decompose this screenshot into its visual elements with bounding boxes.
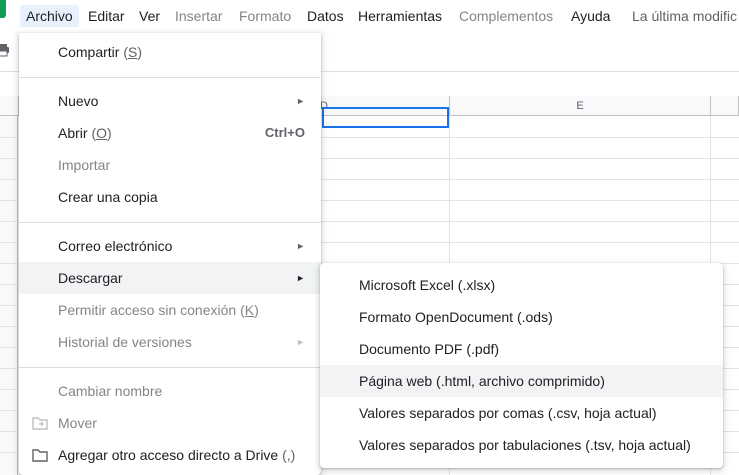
menu-herramientas[interactable]: Herramientas xyxy=(352,5,448,27)
menu-item-rename[interactable]: Cambiar nombre xyxy=(19,375,321,407)
download-submenu: Microsoft Excel (.xlsx) Formato OpenDocu… xyxy=(320,263,723,468)
menu-item-label: Abrir xyxy=(58,125,88,141)
submenu-item-label: Página web (.html, archivo comprimido) xyxy=(359,373,605,389)
menu-ayuda[interactable]: Ayuda xyxy=(565,5,616,27)
menu-item-label: Permitir acceso sin conexión xyxy=(58,302,237,318)
submenu-item-label: Valores separados por tabulaciones (.tsv… xyxy=(359,437,691,453)
download-tsv[interactable]: Valores separados por tabulaciones (.tsv… xyxy=(320,429,723,461)
selected-cell[interactable] xyxy=(322,107,449,128)
menu-item-share[interactable]: Compartir (S) xyxy=(19,36,321,68)
menu-item-label: Importar xyxy=(58,157,111,173)
menu-item-download[interactable]: Descargar ► xyxy=(19,262,321,294)
menu-item-label: Agregar otro acceso directo a Drive xyxy=(58,447,279,463)
menu-item-new[interactable]: Nuevo ► xyxy=(19,85,321,117)
menu-complementos[interactable]: Complementos xyxy=(453,5,559,27)
menu-item-move[interactable]: Mover xyxy=(19,407,321,439)
menu-item-label: Nuevo xyxy=(58,93,99,109)
sheets-logo[interactable] xyxy=(0,0,6,18)
menu-item-label: Historial de versiones xyxy=(58,334,192,350)
menu-item-offline[interactable]: Permitir acceso sin conexión (K) xyxy=(19,294,321,326)
menu-item-key: , xyxy=(286,447,291,463)
menu-insertar[interactable]: Insertar xyxy=(169,5,228,27)
download-ods[interactable]: Formato OpenDocument (.ods) xyxy=(320,301,723,333)
menu-item-version-history[interactable]: Historial de versiones ► xyxy=(19,326,321,358)
drive-shortcut-folder-icon xyxy=(32,449,48,462)
menu-item-open[interactable]: Abrir (O) Ctrl+O xyxy=(19,117,321,149)
menu-item-label: Compartir xyxy=(58,44,120,60)
submenu-arrow-icon: ► xyxy=(296,96,305,106)
submenu-arrow-icon: ► xyxy=(296,337,305,347)
download-xlsx[interactable]: Microsoft Excel (.xlsx) xyxy=(320,269,723,301)
menu-separator xyxy=(19,222,321,223)
menu-item-email[interactable]: Correo electrónico ► xyxy=(19,230,321,262)
menu-separator xyxy=(19,77,321,78)
submenu-item-label: Valores separados por comas (.csv, hoja … xyxy=(359,405,657,421)
download-pdf[interactable]: Documento PDF (.pdf) xyxy=(320,333,723,365)
move-folder-icon xyxy=(32,417,48,430)
menu-item-label: Cambiar nombre xyxy=(58,383,163,399)
submenu-arrow-icon: ► xyxy=(296,241,305,251)
menu-item-key: K xyxy=(244,302,255,318)
last-edit-link[interactable]: La última modific xyxy=(626,5,739,27)
menu-item-key: S xyxy=(128,44,138,60)
menu-item-key: O xyxy=(96,125,108,141)
column-header-e[interactable]: E xyxy=(450,96,711,116)
row-headers[interactable] xyxy=(0,116,18,475)
menu-datos[interactable]: Datos xyxy=(301,5,350,27)
menu-item-label: Mover xyxy=(58,415,97,431)
menu-item-label: Descargar xyxy=(58,270,123,286)
column-header-f[interactable] xyxy=(711,96,739,116)
menu-item-add-shortcut-drive[interactable]: Agregar otro acceso directo a Drive (,) xyxy=(19,439,321,471)
menu-bar: Archivo Editar Ver Insertar Formato Dato… xyxy=(0,0,739,33)
menu-item-make-copy[interactable]: Crear una copia xyxy=(19,181,321,213)
submenu-arrow-icon: ► xyxy=(296,273,305,283)
menu-item-label: Crear una copia xyxy=(58,189,158,205)
download-html[interactable]: Página web (.html, archivo comprimido) xyxy=(320,365,723,397)
menu-formato[interactable]: Formato xyxy=(233,5,297,27)
submenu-item-label: Microsoft Excel (.xlsx) xyxy=(359,277,496,293)
print-icon[interactable] xyxy=(0,43,10,57)
menu-archivo[interactable]: Archivo xyxy=(20,5,79,27)
download-csv[interactable]: Valores separados por comas (.csv, hoja … xyxy=(320,397,723,429)
file-menu: Compartir (S) Nuevo ► Abrir (O) Ctrl+O I… xyxy=(19,33,321,475)
submenu-item-label: Formato OpenDocument (.ods) xyxy=(359,309,553,325)
menu-ver[interactable]: Ver xyxy=(133,5,166,27)
menu-editar[interactable]: Editar xyxy=(82,5,131,27)
submenu-item-label: Documento PDF (.pdf) xyxy=(359,341,500,357)
menu-item-label: Correo electrónico xyxy=(58,238,173,254)
menu-item-shortcut: Ctrl+O xyxy=(264,125,305,140)
menu-separator xyxy=(19,367,321,368)
menu-item-import[interactable]: Importar xyxy=(19,149,321,181)
corner-header[interactable] xyxy=(0,96,19,116)
